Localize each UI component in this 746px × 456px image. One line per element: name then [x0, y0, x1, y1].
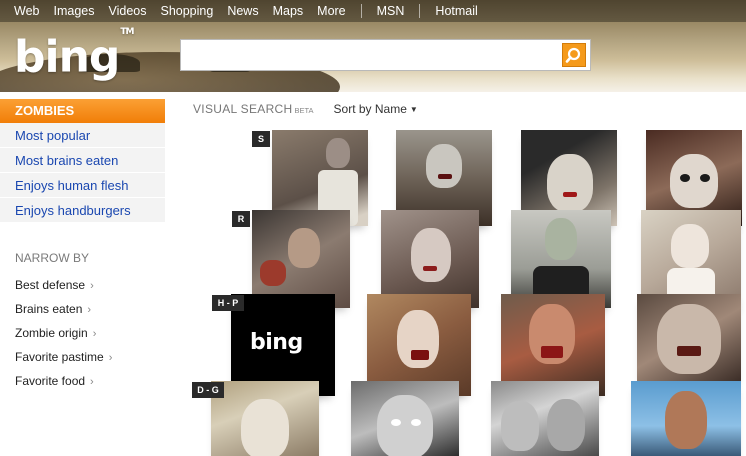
top-nav: Web Images Videos Shopping News Maps Mor… [0, 0, 746, 22]
eye-shape [680, 174, 690, 182]
chevron-right-icon: › [90, 376, 94, 388]
narrow-favorite-food[interactable]: Favorite food › [0, 369, 165, 393]
chevron-right-icon: › [90, 280, 94, 292]
nav-divider [419, 4, 421, 18]
narrow-label: Best defense [15, 278, 86, 292]
face-shape [377, 395, 433, 456]
narrow-brains-eaten[interactable]: Brains eaten › [0, 297, 165, 321]
zombie-thumbnail[interactable] [631, 381, 741, 456]
chevron-right-icon: › [92, 328, 97, 340]
zombie-thumbnail[interactable] [211, 381, 319, 456]
face-shape [547, 154, 593, 212]
search-box [180, 39, 591, 71]
sort-label: Sort by Name [333, 102, 407, 116]
visual-search-bar: VISUAL SEARCH BETA Sort by Name ▼ [193, 100, 418, 118]
search-input[interactable] [187, 41, 557, 69]
blood-mark [541, 346, 563, 358]
narrow-favorite-pastime[interactable]: Favorite pastime › [0, 345, 165, 369]
logo-tm: TM [120, 27, 134, 37]
row-label-s: S [252, 131, 270, 147]
face-shape [665, 391, 707, 449]
search-icon [565, 47, 581, 63]
face-shape [411, 228, 451, 282]
narrow-label: Brains eaten [15, 302, 83, 316]
nav-msn[interactable]: MSN [370, 0, 412, 22]
face-shape [671, 224, 709, 268]
category-title[interactable]: ZOMBIES [0, 99, 165, 123]
nav-shopping[interactable]: Shopping [153, 0, 220, 22]
chevron-right-icon: › [108, 352, 113, 364]
face-shape [547, 399, 585, 451]
sidebar: ZOMBIES Most popular Most brains eaten E… [0, 99, 165, 393]
header-banner: Web Images Videos Shopping News Maps Mor… [0, 0, 746, 92]
bing-logo[interactable]: bingTM [14, 27, 135, 83]
nav-more[interactable]: More [310, 0, 352, 22]
search-button[interactable] [562, 43, 586, 67]
beta-badge: BETA [294, 105, 314, 115]
face-shape [426, 144, 462, 188]
narrow-by-title: NARROW BY [15, 251, 90, 265]
nav-hotmail[interactable]: Hotmail [428, 0, 484, 22]
sidebar-item-most-popular[interactable]: Most popular [0, 123, 165, 148]
nav-images[interactable]: Images [46, 0, 101, 22]
eye-shape [411, 419, 421, 426]
blood-mark [438, 174, 452, 179]
narrow-label: Favorite food [15, 374, 86, 388]
narrow-by-section: NARROW BY Best defense › Brains eaten › Zo… [0, 249, 165, 393]
eye-shape [391, 419, 401, 426]
nav-web[interactable]: Web [0, 0, 46, 22]
sort-dropdown[interactable]: Sort by Name ▼ [334, 102, 418, 116]
narrow-best-defense[interactable]: Best defense › [0, 273, 165, 297]
row-label-r: R [232, 211, 250, 227]
face-shape [288, 228, 320, 268]
nav-news[interactable]: News [220, 0, 265, 22]
narrow-zombie-origin[interactable]: Zombie origin › [0, 321, 165, 345]
visual-search-title: VISUAL SEARCH [193, 102, 293, 116]
zombie-thumbnail[interactable] [637, 294, 741, 382]
blood-mark [411, 350, 429, 360]
face-shape [545, 218, 577, 260]
chevron-right-icon: › [87, 304, 92, 316]
blood-mark [423, 266, 437, 271]
narrow-label: Zombie origin [15, 326, 88, 340]
caret-down-icon: ▼ [409, 105, 418, 114]
eye-shape [700, 174, 710, 182]
zombie-thumbnail[interactable] [351, 381, 459, 456]
bing-tile-logo: bing [250, 330, 303, 355]
face-shape [501, 401, 539, 451]
narrow-label: Favorite pastime [15, 350, 104, 364]
face-shape [657, 304, 721, 374]
blood-mark [677, 346, 701, 356]
sidebar-item-enjoys-handburgers[interactable]: Enjoys handburgers [0, 198, 165, 223]
nav-videos[interactable]: Videos [101, 0, 153, 22]
logo-text: bing [14, 31, 120, 83]
face-shape [326, 138, 350, 168]
nav-maps[interactable]: Maps [266, 0, 311, 22]
sidebar-item-most-brains-eaten[interactable]: Most brains eaten [0, 148, 165, 173]
zombie-thumbnail[interactable] [491, 381, 599, 456]
sidebar-item-enjoys-human-flesh[interactable]: Enjoys human flesh [0, 173, 165, 198]
hand-shape [260, 260, 286, 286]
blood-mark [563, 192, 577, 197]
face-shape [241, 399, 289, 456]
nav-divider [360, 4, 362, 18]
face-shape [670, 154, 718, 208]
